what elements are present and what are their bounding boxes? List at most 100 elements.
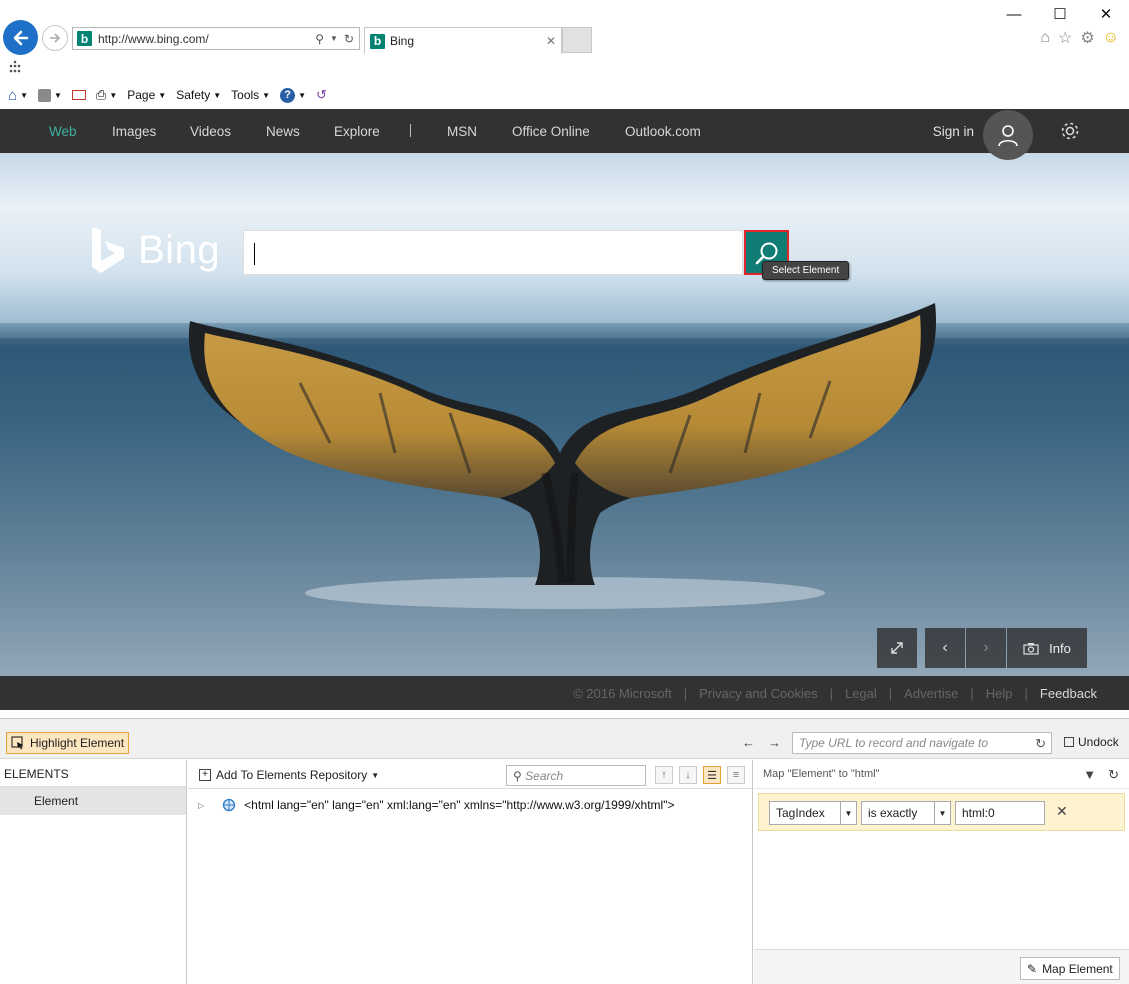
operator-select[interactable]: is exactly ▼ — [861, 801, 951, 825]
address-url[interactable]: http://www.bing.com/ — [98, 32, 315, 46]
chevron-left-icon: ‹ — [942, 639, 948, 656]
back-button[interactable] — [3, 20, 38, 55]
feedback-link[interactable]: Feedback — [1040, 686, 1097, 701]
minimize-button[interactable]: — — [991, 0, 1037, 28]
privacy-link[interactable]: Privacy and Cookies — [699, 686, 818, 701]
settings-gear-icon[interactable] — [1059, 120, 1081, 142]
pin-icon: ✎ — [1027, 961, 1038, 976]
print-button[interactable]: ⎙ ▼ — [96, 87, 117, 103]
search-input[interactable] — [243, 230, 743, 275]
nav-item-outlook[interactable]: Outlook.com — [625, 124, 701, 139]
nav-item-explore[interactable]: Explore — [334, 124, 380, 139]
help-button[interactable]: ? ▼ — [280, 87, 306, 103]
forward-button[interactable] — [42, 25, 68, 51]
arrow-left-icon — [13, 30, 28, 45]
page-menu[interactable]: Page ▼ — [127, 88, 166, 102]
tab-bing[interactable]: b Bing ✕ — [364, 27, 562, 54]
expand-icon — [891, 642, 903, 654]
tree-view-icon[interactable]: ☰ — [703, 766, 721, 784]
browser-chrome: b http://www.bing.com/ ⚲ ▼ ↻ b Bing ✕ — … — [0, 0, 1129, 109]
home-icon[interactable]: ⌂ — [1040, 29, 1050, 47]
rss-feed-icon — [37, 88, 51, 102]
map-element-button[interactable]: ✎ Map Element — [1020, 957, 1120, 980]
close-window-button[interactable]: ✕ — [1083, 0, 1129, 28]
property-select[interactable]: TagIndex ▼ — [769, 801, 857, 825]
address-bar[interactable]: b http://www.bing.com/ ⚲ ▼ ↻ — [72, 27, 360, 50]
footer-divider: | — [829, 686, 833, 701]
next-image-button[interactable]: › — [966, 628, 1006, 668]
image-info-button[interactable]: Info — [1007, 628, 1087, 668]
help-link[interactable]: Help — [986, 686, 1013, 701]
close-icon[interactable]: ✕ — [546, 34, 556, 48]
sign-in-link[interactable]: Sign in — [933, 124, 974, 139]
arrow-right-icon — [50, 33, 61, 43]
mail-button[interactable] — [71, 90, 86, 100]
globe-icon — [223, 798, 236, 812]
feeds-button[interactable]: ▼ — [37, 88, 62, 102]
research-button[interactable]: ↺ — [316, 87, 327, 103]
advertise-link[interactable]: Advertise — [904, 686, 958, 701]
dom-search-input[interactable]: ⚲ Search — [506, 765, 646, 786]
add-filter-icon[interactable]: ▼ — [1083, 767, 1096, 783]
chevron-down-icon: ▼ — [109, 90, 118, 100]
new-tab-button[interactable] — [562, 27, 592, 53]
footer-divider: | — [970, 686, 974, 701]
bing-logo[interactable]: Bing — [90, 225, 220, 275]
undock-button[interactable]: Undock — [1064, 735, 1119, 749]
add-to-repository-button[interactable]: + Add To Elements Repository ▼ — [199, 768, 379, 782]
refresh-icon[interactable]: ↻ — [1108, 767, 1119, 783]
undock-icon — [1064, 737, 1074, 747]
bing-logo-text: Bing — [138, 227, 221, 272]
nav-item-images[interactable]: Images — [112, 124, 156, 139]
maximize-button[interactable]: ☐ — [1037, 0, 1083, 28]
safety-menu[interactable]: Safety ▼ — [176, 88, 221, 102]
map-title-text: Map "Element" to "html" — [763, 768, 880, 780]
list-item[interactable]: Element — [0, 787, 186, 815]
chevron-down-icon: ▼ — [298, 90, 306, 100]
nav-item-news[interactable]: News — [266, 124, 300, 139]
gear-icon[interactable]: ⚙ — [1080, 28, 1094, 48]
refresh-icon[interactable]: ↻ — [1035, 736, 1046, 752]
refresh-icon[interactable]: ↻ — [344, 32, 354, 46]
tools-menu[interactable]: Tools ▼ — [231, 88, 270, 102]
elements-title: ELEMENTS — [0, 760, 186, 787]
nav-item-web[interactable]: Web — [49, 124, 77, 139]
chevron-down-icon: ▼ — [371, 770, 380, 780]
forward-arrow-icon[interactable]: → — [768, 735, 781, 750]
remove-filter-icon[interactable]: ✕ — [1056, 803, 1068, 820]
previous-image-button[interactable]: ‹ — [925, 628, 965, 668]
filter-value-input[interactable]: html:0 — [955, 801, 1045, 825]
filter-row: TagIndex ▼ is exactly ▼ html:0 ✕ — [758, 793, 1125, 831]
page-menu-label: Page — [127, 88, 156, 102]
record-url-input[interactable]: Type URL to record and navigate to ↻ — [792, 732, 1052, 754]
bing-b-icon — [92, 227, 124, 273]
chevron-down-icon: ▼ — [840, 802, 856, 824]
search-icon[interactable]: ⚲ — [315, 32, 324, 46]
tree-node[interactable]: ▷ <html lang="en" lang="en" xml:lang="en… — [198, 798, 674, 812]
home-icon: ⌂ — [8, 86, 18, 104]
map-footer: ✎ Map Element — [754, 949, 1129, 984]
bing-favicon-icon: b — [77, 31, 92, 46]
expand-triangle-icon[interactable]: ▷ — [198, 801, 204, 810]
dom-tree-toolbar: + Add To Elements Repository ▼ ⚲ Search … — [188, 760, 752, 789]
drag-handle-icon[interactable] — [8, 60, 22, 74]
nav-item-office-online[interactable]: Office Online — [512, 124, 590, 139]
record-url-placeholder: Type URL to record and navigate to — [799, 736, 988, 750]
avatar[interactable] — [983, 110, 1033, 160]
arrow-up-icon[interactable]: ↑ — [655, 766, 673, 784]
chevron-down-icon[interactable]: ▼ — [330, 34, 338, 43]
nav-item-msn[interactable]: MSN — [447, 124, 477, 139]
home-button[interactable]: ⌂ ▼ — [8, 87, 28, 104]
smiley-icon[interactable]: ☺ — [1103, 29, 1119, 47]
filter-value-text: html:0 — [962, 806, 995, 820]
nav-item-videos[interactable]: Videos — [190, 124, 231, 139]
elements-panel: ELEMENTS Element — [0, 760, 187, 984]
footer-divider: | — [1024, 686, 1028, 701]
list-view-icon[interactable]: ≡ — [727, 766, 745, 784]
fullscreen-button[interactable] — [877, 628, 917, 668]
arrow-down-icon[interactable]: ↓ — [679, 766, 697, 784]
legal-link[interactable]: Legal — [845, 686, 877, 701]
back-arrow-icon[interactable]: ← — [742, 735, 755, 750]
highlight-element-button[interactable]: Highlight Element — [6, 732, 130, 754]
star-icon[interactable]: ☆ — [1058, 28, 1072, 48]
